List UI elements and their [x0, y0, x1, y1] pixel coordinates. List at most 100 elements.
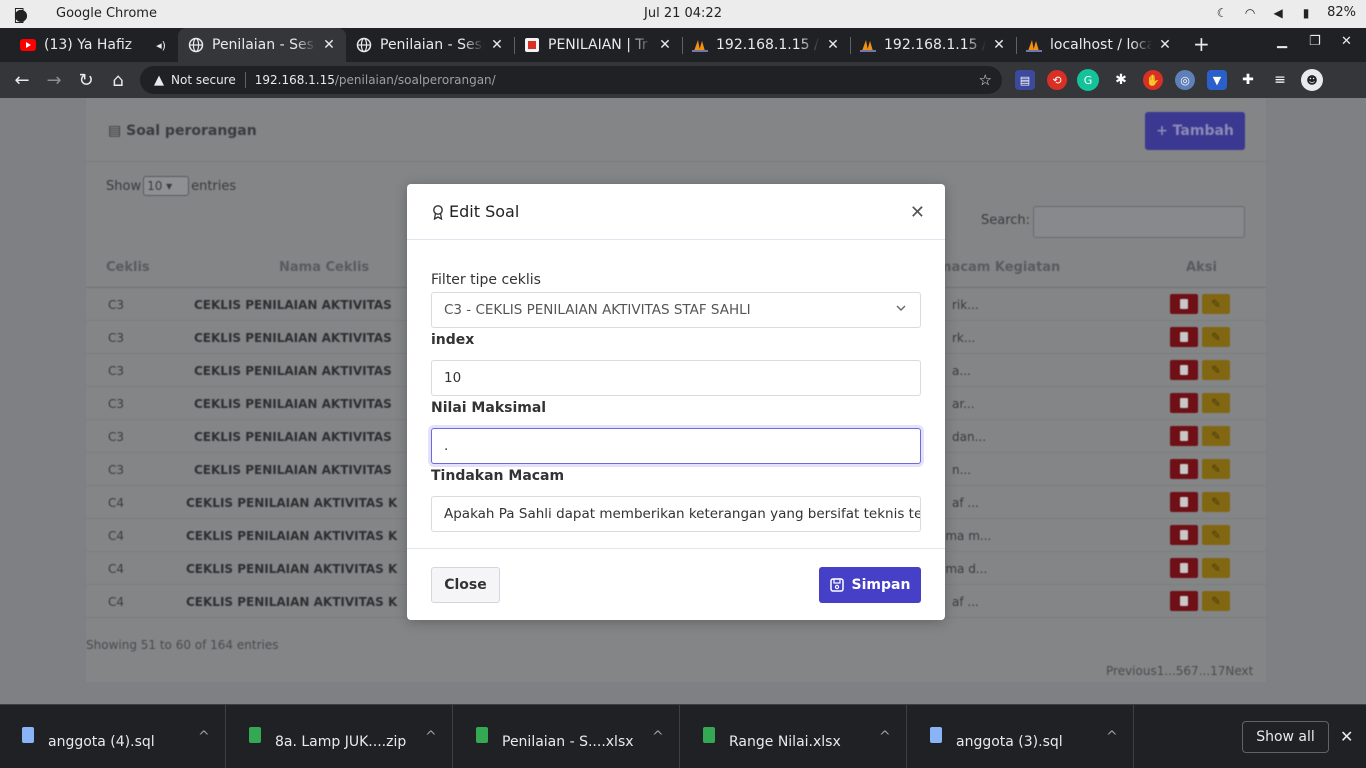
filter-tipe-ceklis-select[interactable]: C3 - CEKLIS PENILAIAN AKTIVITAS STAF SAH…	[431, 292, 921, 328]
edit-button[interactable]: ✎	[1202, 426, 1230, 446]
media-queue-icon[interactable]: ≡	[1270, 70, 1290, 90]
close-downloads-icon[interactable]: ✕	[1340, 727, 1353, 746]
edit-button[interactable]: ✎	[1202, 393, 1230, 413]
download-item[interactable]: 8a. Lamp JUK....zip ^	[227, 705, 453, 768]
edit-button[interactable]: ✎	[1202, 294, 1230, 314]
nilai-maksimal-input[interactable]: .	[431, 428, 921, 464]
extension-shield-icon[interactable]: ▼	[1207, 70, 1227, 90]
extension-new-icon[interactable]: ▤	[1015, 70, 1035, 90]
edit-button[interactable]: ✎	[1202, 525, 1230, 545]
edit-button[interactable]: ✎	[1202, 327, 1230, 347]
delete-button[interactable]	[1170, 459, 1198, 479]
edit-button[interactable]: ✎	[1202, 459, 1230, 479]
file-icon	[476, 727, 488, 743]
cell-kegiatan: ima d...	[942, 562, 988, 576]
extensions-puzzle-icon[interactable]: ✚	[1238, 70, 1258, 90]
globe-icon	[188, 37, 204, 53]
forward-icon[interactable]: →	[42, 68, 66, 92]
column-header[interactable]: Nama Ceklis	[279, 260, 369, 275]
download-item[interactable]: anggota (3).sql ^	[908, 705, 1134, 768]
close-tab-icon[interactable]: ✕	[826, 37, 840, 53]
delete-button[interactable]	[1170, 327, 1198, 347]
tab-title: (13) Ya Hafiz	[44, 37, 133, 53]
add-button[interactable]: + Tambah	[1145, 112, 1245, 150]
volume-icon[interactable]: ◀	[1271, 6, 1285, 20]
pagination[interactable]: Previous1...567...17Next	[1106, 664, 1253, 678]
close-icon[interactable]: ✕	[910, 202, 925, 223]
extension-sync-icon[interactable]: ⟲	[1047, 70, 1067, 90]
security-label[interactable]: Not secure	[171, 73, 236, 87]
delete-button[interactable]	[1170, 591, 1198, 611]
close-tab-icon[interactable]: ✕	[322, 37, 336, 53]
edit-button[interactable]: ✎	[1202, 591, 1230, 611]
page-size-select[interactable]: 10 ▾	[143, 176, 190, 196]
search-input[interactable]	[1033, 206, 1245, 238]
cell-ceklis: C3	[108, 331, 125, 345]
edit-button[interactable]: ✎	[1202, 558, 1230, 578]
column-header[interactable]: Ceklis	[106, 260, 150, 275]
address-bar[interactable]: ▲ Not secure 192.168.1.15/penilaian/soal…	[140, 66, 1002, 94]
chevron-up-icon[interactable]: ^	[425, 729, 437, 745]
tindakan-macam-input[interactable]: Apakah Pa Sahli dapat memberikan keteran…	[431, 496, 921, 532]
tab-penilaian-tr[interactable]: PENILAIAN | Tr ✕	[514, 28, 682, 62]
column-header[interactable]: macam Kegiatan	[938, 260, 1060, 275]
modal-footer: Close Simpan	[407, 548, 945, 620]
wifi-icon[interactable]: ◠	[1243, 6, 1257, 20]
bookmark-star-icon[interactable]: ☆	[979, 71, 992, 89]
download-item[interactable]: anggota (4).sql ^	[0, 705, 226, 768]
tab-penilaian-2[interactable]: Penilaian - Sesi ✕	[346, 28, 514, 62]
chevron-up-icon[interactable]: ^	[652, 729, 664, 745]
file-icon	[703, 727, 715, 743]
extension-hand-icon[interactable]: ✋	[1143, 70, 1163, 90]
tab-penilaian-active[interactable]: Penilaian - Sesi ✕	[178, 28, 346, 62]
cell-kegiatan: ima m...	[942, 529, 992, 543]
index-input[interactable]: 10	[431, 360, 921, 396]
close-tab-icon[interactable]: ✕	[658, 37, 672, 53]
delete-button[interactable]	[1170, 525, 1198, 545]
chevron-down-icon	[896, 305, 906, 311]
close-tab-icon[interactable]: ✕	[992, 37, 1006, 53]
edit-button[interactable]: ✎	[1202, 492, 1230, 512]
home-icon[interactable]: ⌂	[106, 68, 130, 92]
maximize-icon[interactable]: ❐	[1309, 34, 1321, 49]
delete-button[interactable]	[1170, 492, 1198, 512]
minimize-icon[interactable]: ▁	[1277, 34, 1287, 49]
chevron-up-icon[interactable]: ^	[879, 729, 891, 745]
download-item[interactable]: Penilaian - S....xlsx ^	[454, 705, 680, 768]
profile-avatar[interactable]: ☻	[1301, 69, 1323, 91]
tab-localhost[interactable]: localhost / localh ✕	[1016, 28, 1182, 62]
chevron-up-icon[interactable]: ^	[198, 729, 210, 745]
cell-ceklis: C4	[108, 562, 125, 576]
tab-audio-icon[interactable]: ◂)	[154, 39, 168, 52]
tab-youtube[interactable]: (13) Ya Hafiz ◂)	[10, 28, 178, 62]
delete-button[interactable]	[1170, 360, 1198, 380]
new-tab-icon[interactable]: +	[1193, 32, 1210, 56]
extension-circle-icon[interactable]: ◎	[1175, 70, 1195, 90]
battery-icon[interactable]: ▮	[1299, 6, 1313, 20]
download-item[interactable]: Range Nilai.xlsx ^	[681, 705, 907, 768]
cell-ceklis: C3	[108, 364, 125, 378]
back-icon[interactable]: ←	[10, 68, 34, 92]
delete-button[interactable]	[1170, 294, 1198, 314]
close-tab-icon[interactable]: ✕	[1158, 37, 1172, 53]
delete-button[interactable]	[1170, 426, 1198, 446]
delete-button[interactable]	[1170, 558, 1198, 578]
warning-icon[interactable]: ▲	[154, 73, 164, 88]
delete-button[interactable]	[1170, 393, 1198, 413]
show-all-button[interactable]: Show all	[1242, 721, 1329, 753]
file-icon	[249, 727, 261, 743]
cell-nama: CEKLIS PENILAIAN AKTIVITAS K	[186, 562, 398, 576]
edit-button[interactable]: ✎	[1202, 360, 1230, 380]
tab-phpmyadmin-2[interactable]: 192.168.1.15 / l ✕	[850, 28, 1016, 62]
save-button[interactable]: Simpan	[819, 567, 921, 603]
chevron-up-icon[interactable]: ^	[1106, 729, 1118, 745]
close-window-icon[interactable]: ✕	[1341, 34, 1352, 49]
tab-phpmyadmin-1[interactable]: 192.168.1.15 / l ✕	[682, 28, 850, 62]
night-mode-icon[interactable]: ☾	[1215, 6, 1229, 20]
close-button[interactable]: Close	[431, 567, 500, 603]
close-tab-icon[interactable]: ✕	[490, 37, 504, 53]
grammarly-icon[interactable]: G	[1077, 69, 1099, 91]
reload-icon[interactable]: ↻	[74, 68, 98, 92]
clock[interactable]: Jul 21 04:22	[0, 6, 1366, 21]
extension-paw-icon[interactable]: ✱	[1111, 70, 1131, 90]
